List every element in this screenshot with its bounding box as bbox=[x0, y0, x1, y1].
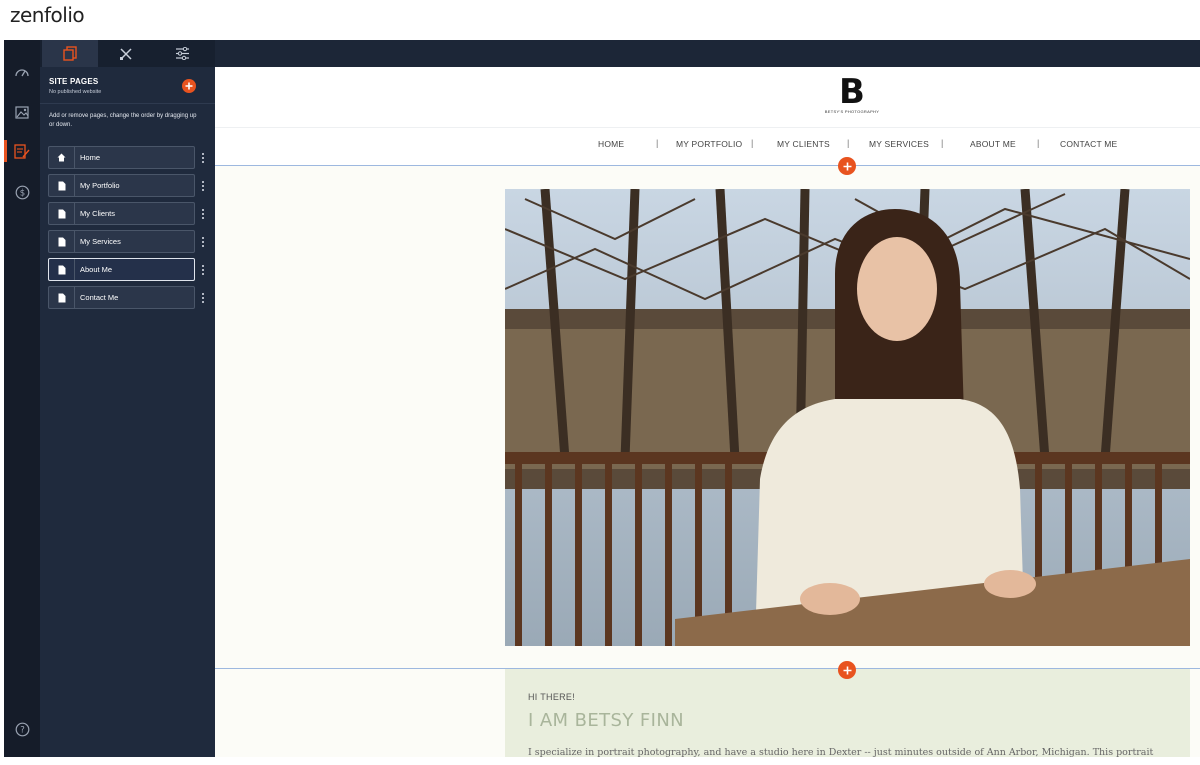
hero-photo[interactable] bbox=[505, 189, 1190, 646]
publish-status: No published website bbox=[49, 89, 102, 95]
hero-section[interactable] bbox=[215, 166, 1200, 668]
page-menu-icon[interactable] bbox=[199, 202, 207, 225]
page-icon bbox=[49, 203, 75, 224]
svg-text:$: $ bbox=[19, 188, 24, 198]
zenfolio-logo[interactable]: zenfolio bbox=[10, 3, 85, 27]
plus-icon bbox=[185, 82, 193, 90]
page-item-contact-me[interactable]: Contact Me bbox=[48, 286, 195, 309]
gallery-icon[interactable] bbox=[12, 102, 32, 122]
page-item-label: My Portfolio bbox=[80, 181, 120, 190]
section-boundary bbox=[215, 165, 1200, 166]
nav-separator: | bbox=[1037, 138, 1040, 148]
page-item-label: My Clients bbox=[80, 209, 116, 218]
home-icon bbox=[49, 147, 75, 168]
page-item-label: My Services bbox=[80, 237, 121, 246]
plus-icon bbox=[843, 162, 851, 170]
left-icon-rail: $ ? bbox=[4, 40, 40, 757]
help-icon[interactable]: ? bbox=[12, 719, 32, 739]
nav-separator: | bbox=[656, 138, 659, 148]
page-item-label: Contact Me bbox=[80, 293, 119, 302]
site-logo-text: BETSY'S PHOTOGRAPHY bbox=[824, 109, 880, 114]
plus-icon bbox=[843, 666, 851, 674]
page-item-my-services[interactable]: My Services bbox=[48, 230, 195, 253]
panel-title: SITE PAGES bbox=[49, 77, 99, 86]
nav-separator: | bbox=[847, 138, 850, 148]
add-page-button[interactable] bbox=[182, 79, 196, 93]
sell-icon[interactable]: $ bbox=[12, 182, 32, 202]
nav-my-services[interactable]: MY SERVICES bbox=[869, 139, 929, 149]
page-item-home[interactable]: Home bbox=[48, 146, 195, 169]
site-nav: HOME | MY PORTFOLIO | MY CLIENTS | MY SE… bbox=[215, 129, 1200, 165]
page-icon bbox=[49, 231, 75, 252]
page-menu-icon[interactable] bbox=[199, 174, 207, 197]
panel-tabs bbox=[40, 40, 215, 67]
about-section[interactable]: HI THERE! I AM BETSY FINN I specialize i… bbox=[215, 669, 1200, 757]
page-menu-icon[interactable] bbox=[199, 286, 207, 309]
add-section-button[interactable] bbox=[838, 157, 856, 175]
page-item-label: About Me bbox=[80, 265, 113, 274]
page-icon bbox=[49, 259, 75, 280]
about-intro: I specialize in portrait photography, an… bbox=[528, 747, 1154, 757]
about-greeting: HI THERE! bbox=[528, 692, 576, 702]
active-indicator bbox=[4, 140, 7, 162]
nav-home[interactable]: HOME bbox=[598, 139, 624, 149]
about-heading: I AM BETSY FINN bbox=[528, 710, 685, 731]
section-boundary bbox=[215, 668, 1200, 669]
panel-divider bbox=[40, 103, 215, 104]
nav-about-me[interactable]: ABOUT ME bbox=[970, 139, 1016, 149]
add-section-button[interactable] bbox=[838, 661, 856, 679]
dashboard-icon[interactable] bbox=[12, 62, 32, 82]
nav-separator: | bbox=[751, 138, 754, 148]
website-preview: B BETSY'S PHOTOGRAPHY HOME | MY PORTFOLI… bbox=[215, 67, 1200, 757]
page-item-my-portfolio[interactable]: My Portfolio bbox=[48, 174, 195, 197]
nav-separator: | bbox=[941, 138, 944, 148]
svg-text:?: ? bbox=[20, 725, 25, 735]
nav-contact-me[interactable]: CONTACT ME bbox=[1060, 139, 1117, 149]
nav-my-portfolio[interactable]: MY PORTFOLIO bbox=[676, 139, 742, 149]
panel-help-text: Add or remove pages, change the order by… bbox=[49, 113, 197, 128]
site-logo[interactable]: B BETSY'S PHOTOGRAPHY bbox=[822, 73, 882, 123]
pages-tab-icon[interactable] bbox=[42, 40, 98, 67]
page-icon bbox=[49, 175, 75, 196]
nav-my-clients[interactable]: MY CLIENTS bbox=[777, 139, 830, 149]
page-menu-icon[interactable] bbox=[199, 230, 207, 253]
page-item-about-me[interactable]: About Me bbox=[48, 258, 195, 281]
editor-app: $ ? SITE PAGES No published website Add … bbox=[4, 40, 1200, 757]
site-pages-panel: SITE PAGES No published website Add or r… bbox=[40, 40, 215, 757]
site-pages-icon[interactable] bbox=[12, 141, 32, 161]
design-tools-icon[interactable] bbox=[98, 40, 154, 67]
top-bar: zenfolio bbox=[0, 0, 1200, 40]
site-logo-letter: B bbox=[839, 72, 865, 112]
page-menu-icon[interactable] bbox=[199, 258, 207, 281]
settings-sliders-icon[interactable] bbox=[154, 40, 210, 67]
about-text-block[interactable]: HI THERE! I AM BETSY FINN I specialize i… bbox=[505, 669, 1190, 757]
page-item-my-clients[interactable]: My Clients bbox=[48, 202, 195, 225]
page-icon bbox=[49, 287, 75, 308]
page-menu-icon[interactable] bbox=[199, 146, 207, 169]
page-item-label: Home bbox=[80, 153, 101, 162]
site-header[interactable]: B BETSY'S PHOTOGRAPHY bbox=[215, 67, 1200, 128]
